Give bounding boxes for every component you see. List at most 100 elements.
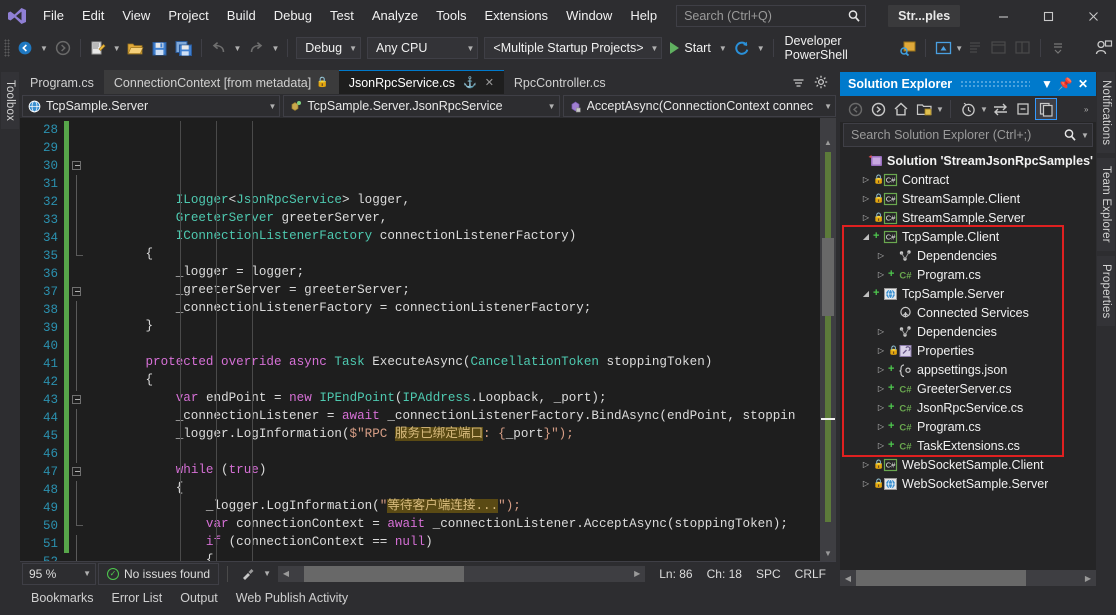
code-cleanup-dropdown[interactable]: ▼	[260, 569, 274, 578]
toolbar-overflow-1[interactable]	[963, 36, 987, 60]
code-line[interactable]: {	[85, 371, 836, 389]
navigate-backward-dropdown[interactable]: ▼	[37, 44, 51, 53]
hot-reload-button[interactable]	[730, 36, 754, 60]
editor-tab-rpccontroller-cs[interactable]: RpcController.cs	[504, 70, 616, 94]
redo-button[interactable]	[244, 36, 268, 60]
menu-item-window[interactable]: Window	[557, 4, 621, 28]
maximize-button[interactable]	[1026, 0, 1071, 32]
menu-item-debug[interactable]: Debug	[265, 4, 321, 28]
se-hscroll-thumb[interactable]	[856, 570, 1026, 586]
start-dropdown[interactable]: ▼	[716, 44, 730, 53]
tree-node-solution-streamjsonrpcsamples[interactable]: Solution 'StreamJsonRpcSamples'	[840, 151, 1096, 170]
code-cleanup-button[interactable]	[236, 562, 260, 586]
scroll-down-arrow[interactable]: ▼	[820, 545, 836, 561]
pending-changes-dropdown[interactable]: ▼	[980, 105, 988, 114]
se-scroll-right-arrow[interactable]: ▶	[1080, 570, 1096, 586]
tree-node-jsonrpcservice-cs[interactable]: ▷+C#JsonRpcService.cs	[840, 398, 1096, 417]
expanded-arrow-icon[interactable]: ◢	[859, 232, 873, 241]
code-folding-column[interactable]	[69, 118, 85, 561]
se-scroll-left-arrow[interactable]: ◀	[840, 570, 856, 586]
undo-dropdown[interactable]: ▼	[231, 44, 245, 53]
menu-item-file[interactable]: File	[34, 4, 73, 28]
close-tab-icon[interactable]: ✕	[485, 76, 494, 89]
new-project-dropdown[interactable]: ▼	[110, 44, 124, 53]
code-line[interactable]	[85, 443, 836, 461]
collapsed-arrow-icon[interactable]: ▷	[859, 460, 873, 469]
hscroll-thumb[interactable]	[304, 566, 464, 582]
undo-button[interactable]	[207, 36, 231, 60]
open-file-button[interactable]	[124, 36, 148, 60]
collapsed-arrow-icon[interactable]: ▷	[859, 194, 873, 203]
collapsed-arrow-icon[interactable]: ▷	[874, 270, 888, 279]
nav-project-combo[interactable]: TcpSample.Server ▼	[22, 95, 280, 117]
start-debug-button[interactable]: Start	[665, 36, 715, 60]
dock-tab-toolbox[interactable]: Toolbox	[1, 72, 19, 129]
tree-node-dependencies[interactable]: ▷Dependencies	[840, 322, 1096, 341]
code-line[interactable]: _logger = logger;	[85, 263, 836, 281]
collapsed-arrow-icon[interactable]: ▷	[874, 365, 888, 374]
manage-accounts-button[interactable]	[1092, 36, 1116, 60]
code-line[interactable]: GreeterServer greeterServer,	[85, 209, 836, 227]
pending-changes-button[interactable]	[957, 98, 979, 120]
select-window-button[interactable]	[931, 36, 955, 60]
menu-item-analyze[interactable]: Analyze	[363, 4, 427, 28]
menu-item-test[interactable]: Test	[321, 4, 363, 28]
fold-marker[interactable]	[69, 157, 85, 175]
save-all-button[interactable]	[172, 36, 196, 60]
code-line[interactable]: var endPoint = new IPEndPoint(IPAddress.…	[85, 389, 836, 407]
dock-tab-properties[interactable]: Properties	[1097, 256, 1115, 326]
fold-marker[interactable]	[69, 463, 85, 481]
code-line[interactable]	[85, 335, 836, 353]
tab-settings-gear-icon[interactable]	[814, 75, 828, 89]
issues-indicator[interactable]: ✓ No issues found	[98, 563, 219, 585]
show-all-files-dropdown[interactable]: ▼	[936, 105, 944, 114]
toolbar-overflow-3[interactable]	[1011, 36, 1035, 60]
show-all-files-button[interactable]	[913, 98, 935, 120]
startup-project-combo[interactable]: <Multiple Startup Projects> ▼	[484, 37, 662, 59]
code-line[interactable]: ILogger<JsonRpcService> logger,	[85, 191, 836, 209]
zoom-level-combo[interactable]: 95 % ▼	[22, 563, 96, 585]
close-icon[interactable]: ✕	[1074, 77, 1092, 91]
editor-tab-jsonrpcservice-cs[interactable]: JsonRpcService.cs⚓✕	[339, 70, 504, 94]
save-button[interactable]	[148, 36, 172, 60]
code-line[interactable]: {	[85, 551, 836, 561]
redo-dropdown[interactable]: ▼	[268, 44, 282, 53]
collapsed-arrow-icon[interactable]: ▷	[874, 384, 888, 393]
select-window-dropdown[interactable]: ▼	[955, 44, 963, 53]
sync-with-active-document-button[interactable]	[989, 98, 1011, 120]
editor-vertical-scrollbar[interactable]: ▲ ▼	[820, 118, 836, 561]
toolbar-overflow-2[interactable]	[987, 36, 1011, 60]
code-line[interactable]: protected override async Task ExecuteAsy…	[85, 353, 836, 371]
se-toolbar-overflow[interactable]: »	[1084, 105, 1092, 114]
collapsed-arrow-icon[interactable]: ▷	[874, 346, 888, 355]
solution-tree[interactable]: Solution 'StreamJsonRpcSamples'▷🔒C#Contr…	[840, 149, 1096, 570]
code-line[interactable]: {	[85, 479, 836, 497]
tree-node-program-cs[interactable]: ▷+C#Program.cs	[840, 417, 1096, 436]
minimize-button[interactable]	[981, 0, 1026, 32]
tree-node-appsettings-json[interactable]: ▷+appsettings.json	[840, 360, 1096, 379]
solution-explorer-search-input[interactable]	[851, 128, 1063, 142]
tree-node-contract[interactable]: ▷🔒C#Contract	[840, 170, 1096, 189]
collapsed-arrow-icon[interactable]: ▷	[874, 327, 888, 336]
tree-node-tcpsample-server[interactable]: ◢+TcpSample.Server	[840, 284, 1096, 303]
hot-reload-dropdown[interactable]: ▼	[754, 44, 768, 53]
code-line[interactable]: _greeterServer = greeterServer;	[85, 281, 836, 299]
pin-icon[interactable]: 📌	[1056, 77, 1074, 91]
collapsed-arrow-icon[interactable]: ▷	[859, 213, 873, 222]
code-line[interactable]: IConnectionListenerFactory connectionLis…	[85, 227, 836, 245]
expanded-arrow-icon[interactable]: ◢	[859, 289, 873, 298]
tree-node-connected-services[interactable]: Connected Services	[840, 303, 1096, 322]
tree-node-tcpsample-client[interactable]: ◢+C#TcpSample.Client	[840, 227, 1096, 246]
active-files-dropdown-icon[interactable]	[792, 76, 805, 89]
code-line[interactable]: {	[85, 245, 836, 263]
code-line[interactable]: }	[85, 317, 836, 335]
code-line[interactable]: var connectionContext = await _connectio…	[85, 515, 836, 533]
collapsed-arrow-icon[interactable]: ▷	[859, 175, 873, 184]
code-text[interactable]: ILogger<JsonRpcService> logger, GreeterS…	[85, 118, 836, 561]
solution-platform-combo[interactable]: Any CPU ▼	[367, 37, 478, 59]
menu-item-view[interactable]: View	[113, 4, 159, 28]
solution-explorer-search-box[interactable]: ▼	[843, 123, 1093, 147]
menu-item-tools[interactable]: Tools	[427, 4, 475, 28]
collapsed-arrow-icon[interactable]: ▷	[874, 251, 888, 260]
code-line[interactable]: _logger.LogInformation($"RPC 服务已绑定端口: {_…	[85, 425, 836, 443]
